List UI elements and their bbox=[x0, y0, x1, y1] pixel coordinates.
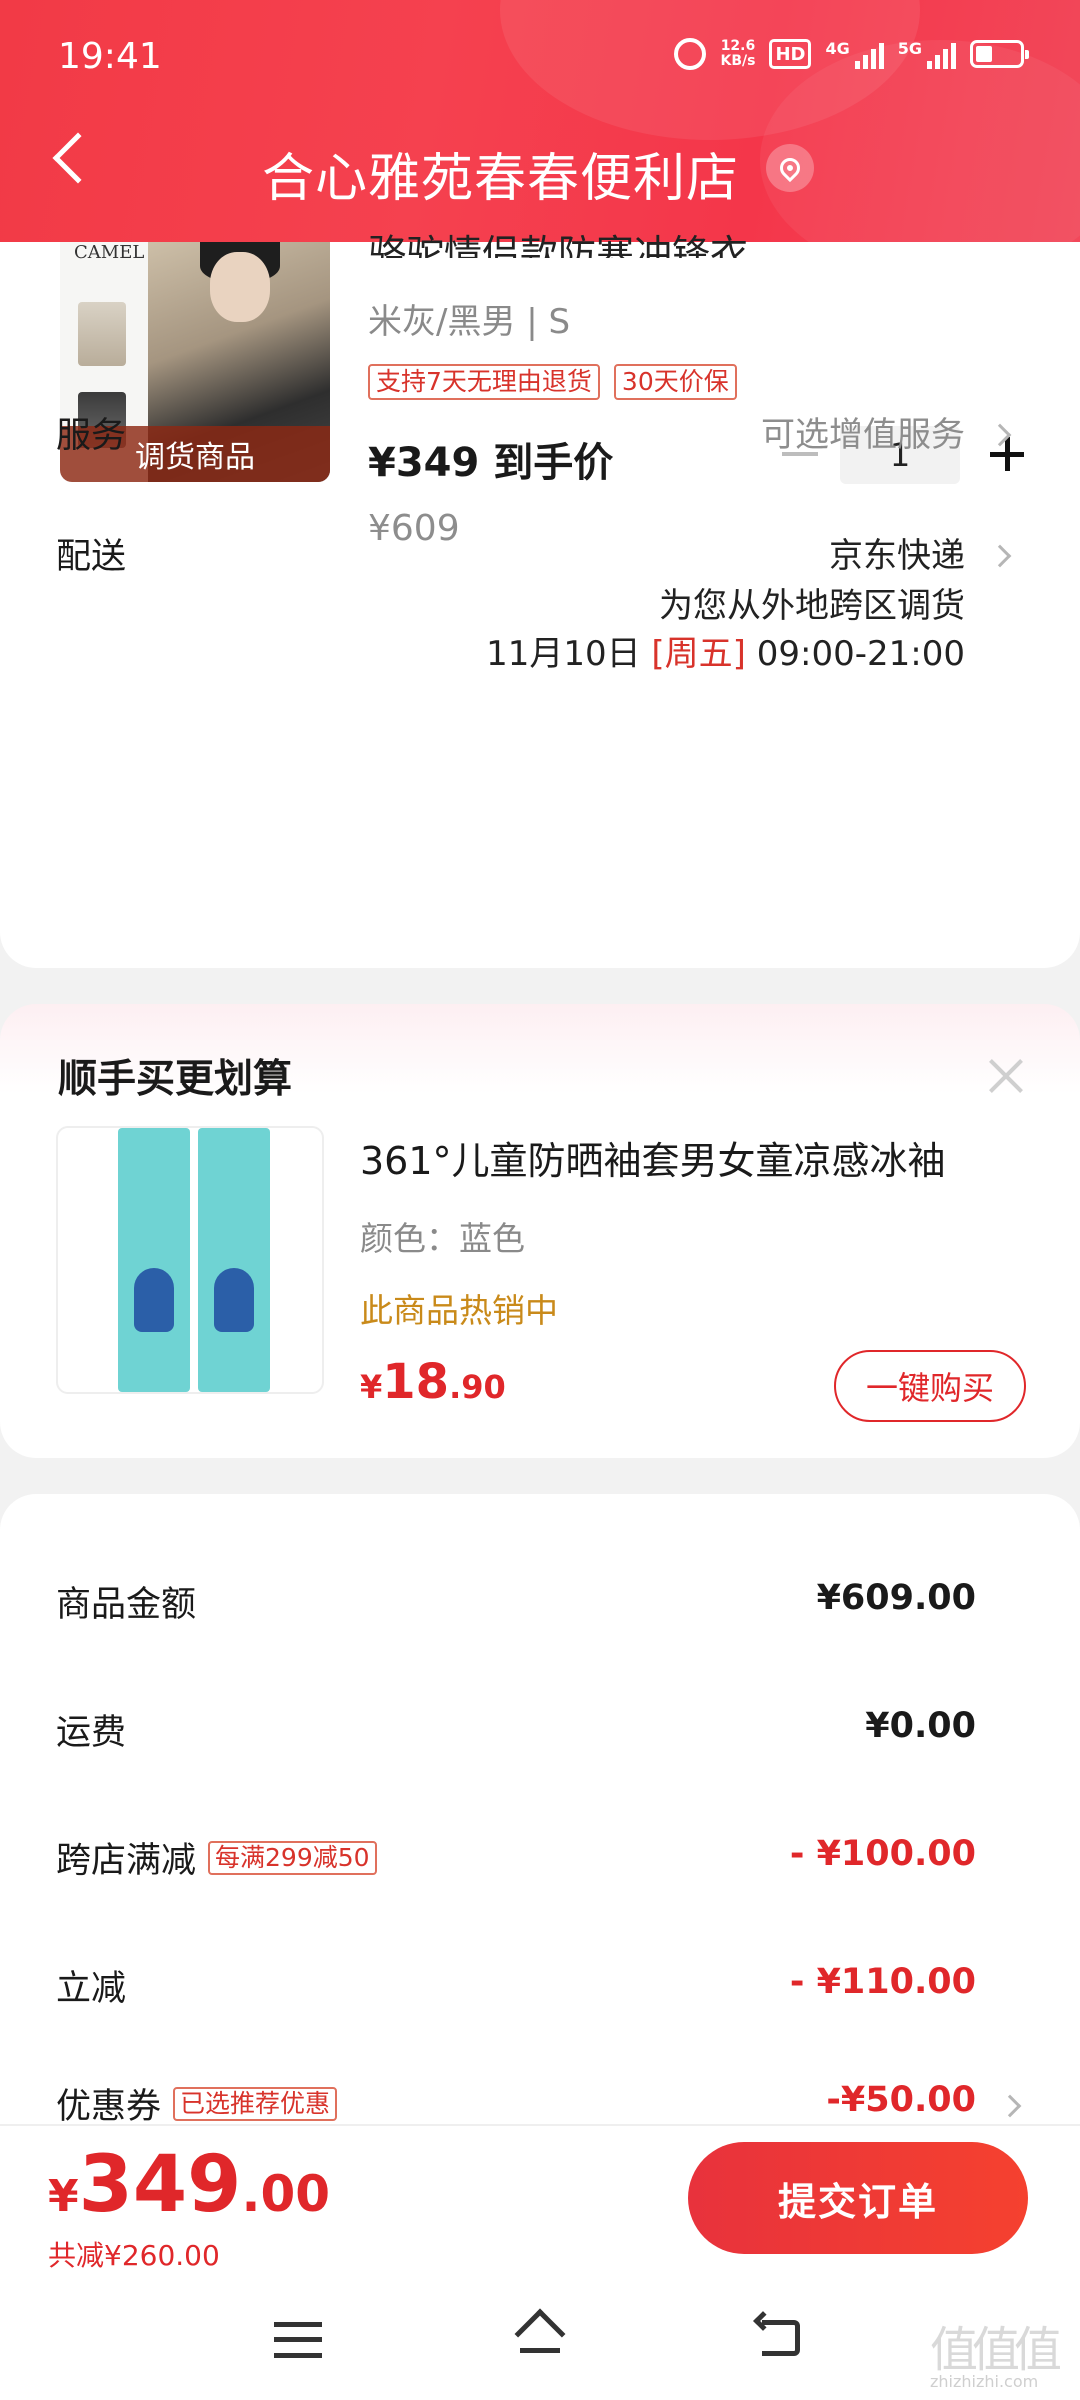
delivery-weekday: [周五] bbox=[651, 634, 746, 674]
price-decimal: .90 bbox=[449, 1368, 506, 1406]
summary-value: - ¥100.00 bbox=[789, 1834, 976, 1874]
battery-icon bbox=[970, 40, 1029, 68]
summary-label-text: 运费 bbox=[56, 1713, 127, 1753]
summary-label: 运费 bbox=[56, 1704, 126, 1755]
summary-label-text: 立减 bbox=[56, 1969, 127, 2009]
speed-unit: KB/s bbox=[720, 53, 756, 69]
signal-5g-label: 5G bbox=[897, 39, 922, 58]
summary-value: - ¥110.00 bbox=[789, 1962, 976, 2002]
product-title[interactable]: 骆驼情侣款防寒冲锋衣 bbox=[368, 228, 748, 258]
total-savings: 共减¥260.00 bbox=[48, 2239, 220, 2272]
network-speed: 12.6 KB/s bbox=[720, 39, 755, 69]
summary-label: 立减 bbox=[56, 1960, 126, 2011]
delivery-time: 11月10日 [周五] 09:00-21:00 bbox=[486, 626, 965, 675]
order-summary: 商品金额 ¥609.00 运费 ¥0.00 跨店满减 每满299减50 - ¥1… bbox=[0, 1494, 1080, 2134]
product-variant[interactable]: 米灰/黑男 | S bbox=[368, 294, 570, 343]
sleeve-graphic bbox=[118, 1128, 190, 1392]
recommendation-name[interactable]: 361°儿童防晒袖套男女童凉感冰袖 bbox=[360, 1130, 1000, 1185]
speed-value: 12.6 bbox=[720, 38, 756, 54]
signal-4g-icon: 4G bbox=[825, 39, 884, 69]
header-bar: 19:41 12.6 KB/s HD 4G 5G 合心雅苑春春便利店 bbox=[0, 0, 1080, 242]
menu-icon[interactable] bbox=[274, 2322, 322, 2358]
submit-order-button[interactable]: 提交订单 bbox=[688, 2142, 1028, 2254]
recommended-coupon-tag: 已选推荐优惠 bbox=[173, 2086, 338, 2121]
system-back-icon[interactable] bbox=[753, 2311, 802, 2360]
system-nav-bar bbox=[0, 2280, 1080, 2400]
total-price: ¥349.00 bbox=[48, 2140, 330, 2230]
signal-5g-icon: 5G bbox=[898, 39, 956, 69]
service-value[interactable]: 可选增值服务 bbox=[761, 407, 965, 456]
location-icon[interactable] bbox=[766, 144, 814, 192]
product-photo-detail bbox=[210, 252, 270, 322]
watermark-url: zhizhizhi.com bbox=[930, 2372, 1039, 2391]
product-tags: 支持7天无理由退货 30天价保 bbox=[368, 364, 737, 400]
total-integer: 349 bbox=[78, 2140, 242, 2230]
hd-icon: HD bbox=[769, 39, 812, 69]
summary-label-text: 跨店满减 bbox=[56, 1841, 197, 1881]
coupon-value[interactable]: -¥50.00 bbox=[826, 2080, 976, 2120]
price-protect-tag: 30天价保 bbox=[613, 364, 737, 400]
service-label: 服务 bbox=[56, 416, 127, 456]
brand-logo: CAMEL bbox=[74, 242, 145, 263]
home-icon[interactable] bbox=[512, 2308, 568, 2366]
recommendation-title: 顺手买更划算 bbox=[58, 1057, 293, 1102]
status-time: 19:41 bbox=[58, 36, 162, 77]
chevron-right-icon[interactable] bbox=[998, 2094, 1022, 2118]
checkout-bar: ¥349.00 共减¥260.00 提交订单 bbox=[0, 2124, 1080, 2280]
hot-selling-label: 此商品热销中 bbox=[360, 1291, 558, 1330]
summary-label-text: 商品金额 bbox=[56, 1585, 197, 1625]
close-icon[interactable] bbox=[984, 1054, 1028, 1098]
summary-value: ¥609.00 bbox=[816, 1578, 976, 1618]
delivery-label: 配送 bbox=[56, 537, 127, 577]
recommendation-image[interactable] bbox=[56, 1126, 324, 1394]
product-card: CAMEL 调货商品 骆驼情侣款防寒冲锋衣 米灰/黑男 | S 支持7天无理由退… bbox=[0, 232, 1080, 968]
recommendation-price: ¥18.90 bbox=[360, 1354, 506, 1410]
status-icons: 12.6 KB/s HD 4G 5G bbox=[674, 38, 1029, 70]
price-integer: 18 bbox=[382, 1354, 450, 1410]
dino-graphic bbox=[214, 1268, 254, 1332]
delivery-window: 09:00-21:00 bbox=[756, 634, 965, 674]
deal-price: ¥349 到手价 bbox=[368, 440, 614, 486]
sleeve-graphic bbox=[198, 1128, 270, 1392]
recommendation-color: 颜色：蓝色 bbox=[360, 1219, 525, 1258]
original-price: ¥609 bbox=[368, 508, 460, 549]
alarm-icon bbox=[674, 38, 707, 70]
delivery-carrier[interactable]: 京东快递 bbox=[829, 528, 965, 577]
summary-label-text: 优惠券 bbox=[56, 2087, 162, 2127]
summary-value: ¥0.00 bbox=[865, 1706, 976, 1746]
dino-graphic bbox=[134, 1268, 174, 1332]
recommendation-card: 顺手买更划算 361°儿童防晒袖套男女童凉感冰袖 颜色：蓝色 此商品热销中 ¥1… bbox=[0, 1004, 1080, 1458]
coupon-row[interactable]: 优惠券 已选推荐优惠 bbox=[56, 2078, 338, 2129]
summary-label: 商品金额 bbox=[56, 1576, 196, 1627]
delivery-date: 11月10日 bbox=[486, 634, 641, 674]
return-policy-tag: 支持7天无理由退货 bbox=[368, 364, 600, 400]
chevron-right-icon[interactable] bbox=[988, 544, 1012, 568]
total-decimal: .00 bbox=[241, 2165, 331, 2223]
total-currency: ¥ bbox=[48, 2171, 79, 2222]
delivery-note: 为您从外地跨区调货 bbox=[659, 586, 965, 626]
product-thumb bbox=[78, 302, 126, 366]
watermark: 值值值 bbox=[930, 2322, 1062, 2378]
discount-rule-tag: 每满299减50 bbox=[208, 1840, 377, 1875]
signal-4g-label: 4G bbox=[825, 39, 850, 58]
summary-label: 跨店满减 每满299减50 bbox=[56, 1832, 377, 1883]
store-title: 合心雅苑春春便利店 bbox=[262, 149, 740, 209]
one-click-buy-button[interactable]: 一键购买 bbox=[834, 1350, 1026, 1422]
price-currency: ¥ bbox=[360, 1368, 383, 1406]
